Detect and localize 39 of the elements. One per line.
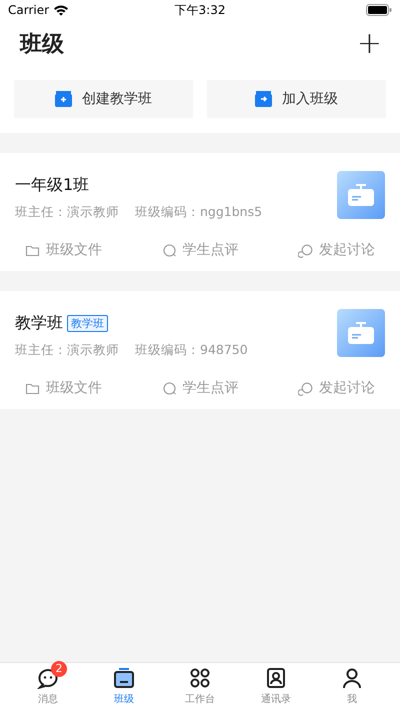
carrier-label: Carrier	[8, 3, 50, 17]
card-action-link[interactable]: 发起讨论	[298, 379, 375, 397]
add-button[interactable]: +	[356, 29, 382, 59]
contacts-icon	[265, 667, 287, 689]
tab-item[interactable]: 2 消息	[10, 663, 86, 710]
tab-item[interactable]: 班级	[86, 663, 162, 710]
class-name: 教学班	[15, 313, 63, 334]
class-code: 班级编码：948750	[135, 342, 248, 359]
person-icon	[341, 667, 363, 689]
card-action-link[interactable]: 发起讨论	[298, 241, 375, 259]
card-action-link[interactable]: 班级文件	[25, 379, 102, 397]
teacher-label: 班主任：演示教师	[15, 204, 119, 221]
discussion-icon	[298, 380, 313, 396]
wifi-icon	[53, 4, 70, 16]
battery-icon	[366, 4, 392, 16]
class-card[interactable]: 一年级1班 班主任：演示教师 班级编码：ngg1bns5 班级文件 学生点评 发起讨论	[0, 153, 400, 271]
enter-icon	[255, 91, 272, 107]
plus-icon	[55, 91, 72, 107]
teacher-label: 班主任：演示教师	[15, 342, 119, 359]
board-icon	[113, 667, 135, 689]
page-title: 班级	[20, 31, 64, 59]
grid-icon	[189, 667, 211, 689]
board-icon	[348, 184, 374, 206]
card-action-link[interactable]: 学生点评	[162, 379, 238, 397]
unread-badge: 2	[51, 661, 67, 677]
discussion-icon	[298, 242, 313, 258]
tab-item[interactable]: 我	[314, 663, 390, 710]
join-class-button[interactable]: 加入班级	[207, 80, 386, 118]
class-name: 一年级1班	[15, 175, 90, 196]
board-icon	[348, 322, 374, 344]
tab-item[interactable]: 通讯录	[238, 663, 314, 710]
card-action-link[interactable]: 学生点评	[162, 241, 238, 259]
create-class-button[interactable]: 创建教学班	[14, 80, 193, 118]
tab-item[interactable]: 工作台	[162, 663, 238, 710]
card-action-link[interactable]: 班级文件	[25, 241, 102, 259]
clock: 下午3:32	[174, 2, 226, 18]
class-tag: 教学班	[67, 315, 108, 332]
class-code: 班级编码：ngg1bns5	[135, 204, 262, 221]
class-card[interactable]: 教学班 教学班 班主任：演示教师 班级编码：948750 班级文件 学生点评 发起讨论	[0, 291, 400, 409]
